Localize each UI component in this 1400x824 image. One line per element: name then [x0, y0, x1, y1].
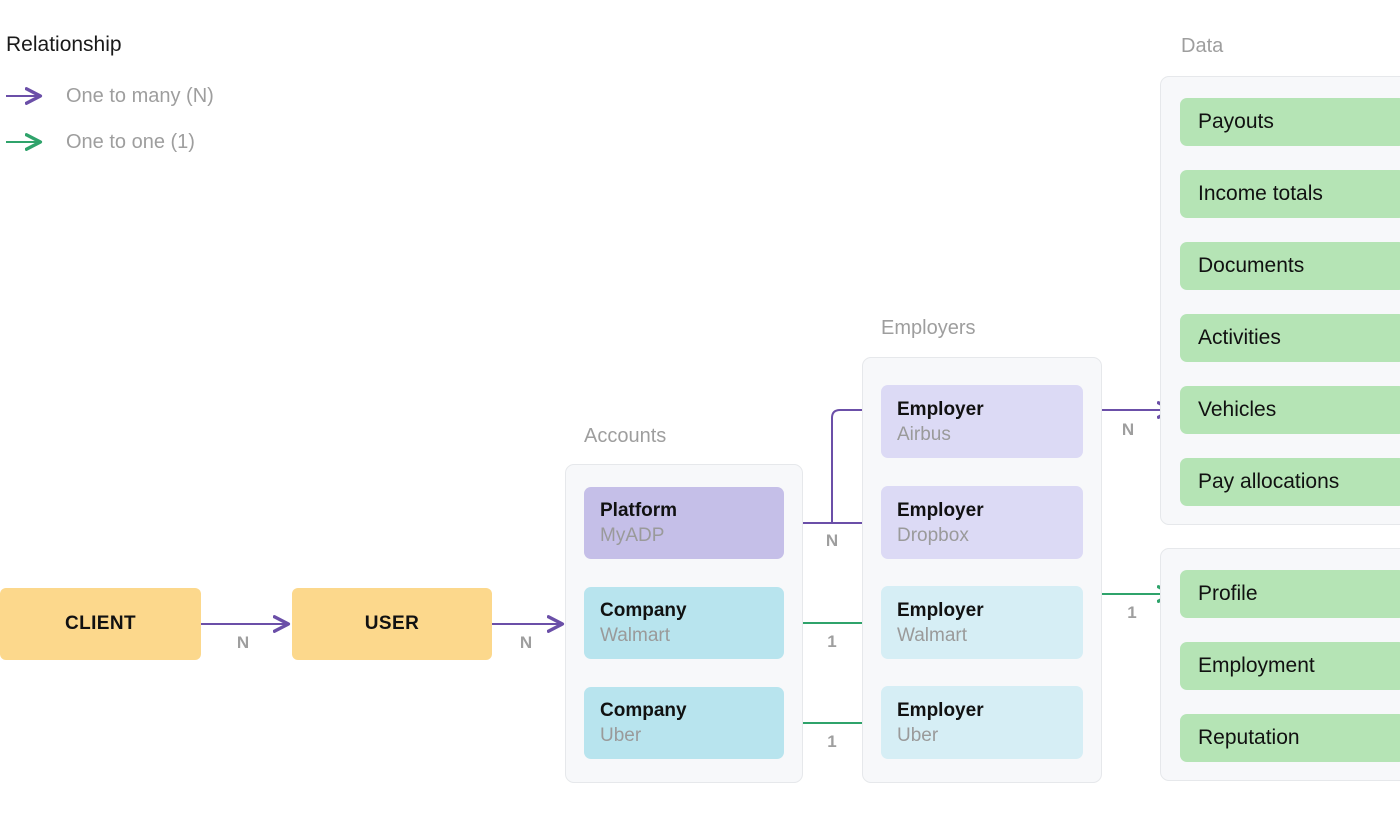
- card-subtitle: Uber: [600, 725, 642, 746]
- entity-client-label: CLIENT: [64, 613, 136, 634]
- employers-group-title: Employers: [881, 317, 976, 339]
- chip-label: Activities: [1198, 326, 1281, 349]
- employer-card-airbus[interactable]: Employer Airbus: [881, 385, 1083, 458]
- employer-card-uber[interactable]: Employer Uber: [881, 686, 1083, 759]
- data-chip-profile[interactable]: Profile: [1180, 570, 1400, 618]
- edge-label-walmart-profile: 1: [1127, 603, 1137, 622]
- edge-label-airbus-data: N: [1121, 420, 1135, 439]
- account-card-platform-myadp[interactable]: Platform MyADP: [584, 487, 784, 559]
- chip-label: Reputation: [1198, 726, 1300, 749]
- data-chip-pay-allocations[interactable]: Pay allocations: [1180, 458, 1400, 506]
- diagram-canvas: Relationship One to many (N) One to one …: [0, 0, 1400, 824]
- card-title: Platform: [600, 500, 678, 521]
- edge-label-platform-employers: N: [825, 531, 839, 550]
- entity-user[interactable]: USER: [292, 588, 492, 660]
- data-chip-vehicles[interactable]: Vehicles: [1180, 386, 1400, 434]
- card-subtitle: Walmart: [897, 624, 968, 646]
- card-title: Employer: [897, 699, 984, 721]
- entity-user-label: USER: [364, 613, 420, 634]
- employer-card-dropbox[interactable]: Employer Dropbox: [881, 486, 1083, 559]
- card-subtitle: Uber: [897, 724, 939, 746]
- chip-label: Vehicles: [1198, 398, 1277, 421]
- data-chip-reputation[interactable]: Reputation: [1180, 714, 1400, 762]
- chip-label: Employment: [1198, 654, 1315, 677]
- data-group-title: Data: [1181, 35, 1224, 57]
- edge-label-walmart-employer: 1: [827, 632, 837, 651]
- chip-label: Income totals: [1198, 182, 1323, 205]
- legend-item-one-to-many: One to many (N): [6, 84, 214, 108]
- chip-label: Payouts: [1198, 110, 1274, 133]
- card-subtitle: Walmart: [600, 625, 671, 646]
- edge-label-user-accounts: N: [519, 633, 533, 652]
- legend-title: Relationship: [6, 33, 122, 56]
- accounts-group-title: Accounts: [584, 425, 667, 447]
- data-chip-documents[interactable]: Documents: [1180, 242, 1400, 290]
- chip-label: Pay allocations: [1198, 470, 1340, 493]
- card-title: Company: [600, 600, 687, 621]
- card-subtitle: Dropbox: [897, 524, 969, 546]
- data-chip-activities[interactable]: Activities: [1180, 314, 1400, 362]
- legend-arrow-swatch-green: [6, 135, 50, 149]
- card-title: Employer: [897, 398, 984, 420]
- chip-label: Documents: [1198, 254, 1305, 277]
- data-chip-payouts[interactable]: Payouts: [1180, 98, 1400, 146]
- edge-label-uber-employer: 1: [827, 732, 837, 751]
- card-subtitle: Airbus: [897, 423, 951, 445]
- card-title: Employer: [897, 599, 984, 621]
- data-chip-employment[interactable]: Employment: [1180, 642, 1400, 690]
- legend-item-one-to-one: One to one (1): [6, 130, 195, 154]
- legend-item-label: One to one (1): [66, 130, 195, 153]
- edge-label-client-user: N: [236, 633, 250, 652]
- chip-label: Profile: [1198, 582, 1258, 605]
- legend-arrow-swatch-purple: [6, 89, 50, 103]
- account-card-company-uber[interactable]: Company Uber: [584, 687, 784, 759]
- data-chip-income-totals[interactable]: Income totals: [1180, 170, 1400, 218]
- card-title: Company: [600, 700, 687, 721]
- card-subtitle: MyADP: [600, 525, 665, 546]
- employer-card-walmart[interactable]: Employer Walmart: [881, 586, 1083, 659]
- entity-client[interactable]: CLIENT: [0, 588, 201, 660]
- card-title: Employer: [897, 499, 984, 521]
- legend-item-label: One to many (N): [66, 84, 214, 107]
- account-card-company-walmart[interactable]: Company Walmart: [584, 587, 784, 659]
